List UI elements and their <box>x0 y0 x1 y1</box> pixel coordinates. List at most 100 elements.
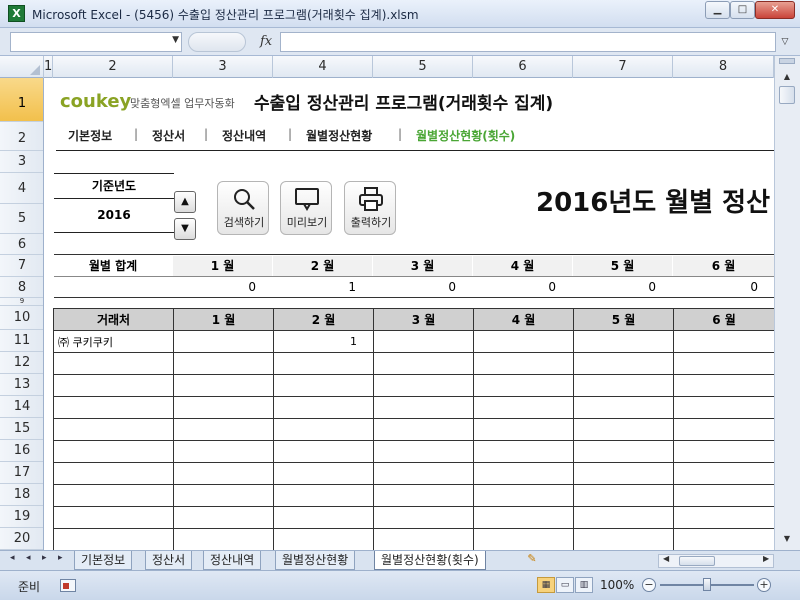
month-count-cell[interactable] <box>273 418 374 441</box>
row-header[interactable]: 11 <box>0 330 43 352</box>
month-count-cell[interactable] <box>673 506 774 529</box>
month-count-cell[interactable] <box>673 484 774 507</box>
chevron-down-icon[interactable]: ▼ <box>172 35 179 45</box>
page-break-view-button[interactable]: ▥ <box>575 577 593 593</box>
formula-buttons[interactable] <box>188 32 246 52</box>
month-count-cell[interactable] <box>573 396 674 419</box>
sheet-tab-basic-info[interactable]: 기본정보 <box>74 551 133 570</box>
month-count-cell[interactable] <box>573 506 674 529</box>
client-name-cell[interactable] <box>53 418 174 441</box>
first-sheet-icon[interactable]: ◂ <box>10 553 15 563</box>
month-count-cell[interactable] <box>673 440 774 463</box>
client-name-cell[interactable] <box>53 484 174 507</box>
zoom-in-button[interactable]: + <box>757 578 771 592</box>
formula-input[interactable] <box>280 32 776 52</box>
row-header[interactable]: 1 <box>0 78 43 122</box>
month-count-cell[interactable] <box>573 330 674 353</box>
row-header[interactable]: 10 <box>0 306 43 330</box>
month-count-cell[interactable] <box>573 440 674 463</box>
month-count-cell[interactable] <box>673 330 774 353</box>
row-header[interactable]: 20 <box>0 528 43 550</box>
month-count-cell[interactable] <box>273 352 374 375</box>
month-count-cell[interactable] <box>173 352 274 375</box>
scroll-left-icon[interactable]: ◀ <box>663 554 669 563</box>
month-count-cell[interactable] <box>173 330 274 353</box>
month-count-cell[interactable] <box>573 352 674 375</box>
month-count-cell[interactable] <box>673 528 774 550</box>
month-count-cell[interactable] <box>273 528 374 550</box>
month-count-cell[interactable] <box>573 418 674 441</box>
year-decrement-button[interactable]: ▼ <box>174 218 196 240</box>
month-count-cell[interactable] <box>273 506 374 529</box>
column-header[interactable]: 5 <box>373 56 473 78</box>
monthly-sum-value[interactable]: 0 <box>472 278 572 296</box>
base-year-value[interactable]: 2016 <box>54 208 174 226</box>
month-count-cell[interactable] <box>173 374 274 397</box>
row-header[interactable]: 13 <box>0 374 43 396</box>
month-count-cell[interactable] <box>673 374 774 397</box>
close-button[interactable]: ✕ <box>755 1 795 19</box>
month-count-cell[interactable] <box>273 374 374 397</box>
client-name-cell[interactable] <box>53 396 174 419</box>
prev-sheet-icon[interactable]: ◂ <box>26 553 31 563</box>
month-count-cell[interactable] <box>473 418 574 441</box>
client-name-cell[interactable] <box>53 374 174 397</box>
vertical-scroll-thumb[interactable] <box>779 86 795 104</box>
scroll-up-icon[interactable]: ▲ <box>779 70 795 84</box>
month-count-cell[interactable] <box>473 374 574 397</box>
nav-link-details[interactable]: 정산내역 <box>222 127 266 144</box>
month-count-cell[interactable] <box>273 440 374 463</box>
next-sheet-icon[interactable]: ▸ <box>42 553 47 563</box>
column-header[interactable]: 7 <box>573 56 673 78</box>
month-count-cell[interactable] <box>473 330 574 353</box>
month-count-cell[interactable] <box>273 484 374 507</box>
insert-function-icon[interactable]: fx <box>260 34 272 49</box>
monthly-sum-value[interactable]: 0 <box>172 278 272 296</box>
row-header[interactable]: 19 <box>0 506 43 528</box>
monthly-sum-value[interactable]: 1 <box>272 278 372 296</box>
month-count-cell[interactable] <box>673 462 774 485</box>
client-name-cell[interactable] <box>53 528 174 550</box>
column-header[interactable]: 1 <box>44 56 53 78</box>
preview-button[interactable]: 미리보기 <box>280 181 332 235</box>
month-count-cell[interactable] <box>673 418 774 441</box>
scroll-down-icon[interactable]: ▼ <box>779 532 795 546</box>
row-header[interactable]: 17 <box>0 462 43 484</box>
nav-link-basic-info[interactable]: 기본정보 <box>68 127 112 144</box>
horizontal-scrollbar[interactable]: ◀ ▶ <box>658 554 774 568</box>
client-name-cell[interactable]: ㈜ 쿠키쿠키 <box>53 330 174 353</box>
nav-link-monthly-count[interactable]: 월별정산현황(횟수) <box>416 127 515 144</box>
row-header[interactable]: 12 <box>0 352 43 374</box>
minimize-button[interactable]: ▁ <box>705 1 730 19</box>
insert-sheet-icon[interactable]: ✎ <box>521 552 543 568</box>
client-name-cell[interactable] <box>53 440 174 463</box>
month-count-cell[interactable] <box>573 484 674 507</box>
nav-link-monthly[interactable]: 월별정산현황 <box>306 127 372 144</box>
month-count-cell[interactable] <box>373 528 474 550</box>
row-header[interactable]: 16 <box>0 440 43 462</box>
normal-view-button[interactable]: ▦ <box>537 577 555 593</box>
row-header[interactable]: 15 <box>0 418 43 440</box>
page-layout-view-button[interactable]: ▭ <box>556 577 574 593</box>
monthly-sum-value[interactable]: 0 <box>672 278 774 296</box>
sheet-tab-monthly[interactable]: 월별정산현황 <box>275 551 356 570</box>
last-sheet-icon[interactable]: ▸ <box>58 553 63 563</box>
monthly-sum-value[interactable]: 0 <box>372 278 472 296</box>
month-count-cell[interactable] <box>573 462 674 485</box>
month-count-cell[interactable] <box>273 462 374 485</box>
select-all-corner[interactable] <box>0 56 44 78</box>
month-count-cell[interactable] <box>173 484 274 507</box>
sheet-tab-monthly-count[interactable]: 월별정산현황(횟수) <box>374 551 486 570</box>
column-header[interactable]: 3 <box>173 56 273 78</box>
column-header[interactable]: 6 <box>473 56 573 78</box>
split-handle[interactable] <box>779 58 795 64</box>
row-header[interactable]: 2 <box>0 122 43 151</box>
sheet-tab-statement[interactable]: 정산서 <box>145 551 193 570</box>
client-name-cell[interactable] <box>53 462 174 485</box>
month-count-cell[interactable] <box>173 528 274 550</box>
month-count-cell[interactable] <box>473 352 574 375</box>
month-count-cell[interactable] <box>373 352 474 375</box>
horizontal-scroll-thumb[interactable] <box>679 556 715 566</box>
column-header[interactable]: 4 <box>273 56 373 78</box>
month-count-cell[interactable] <box>173 506 274 529</box>
